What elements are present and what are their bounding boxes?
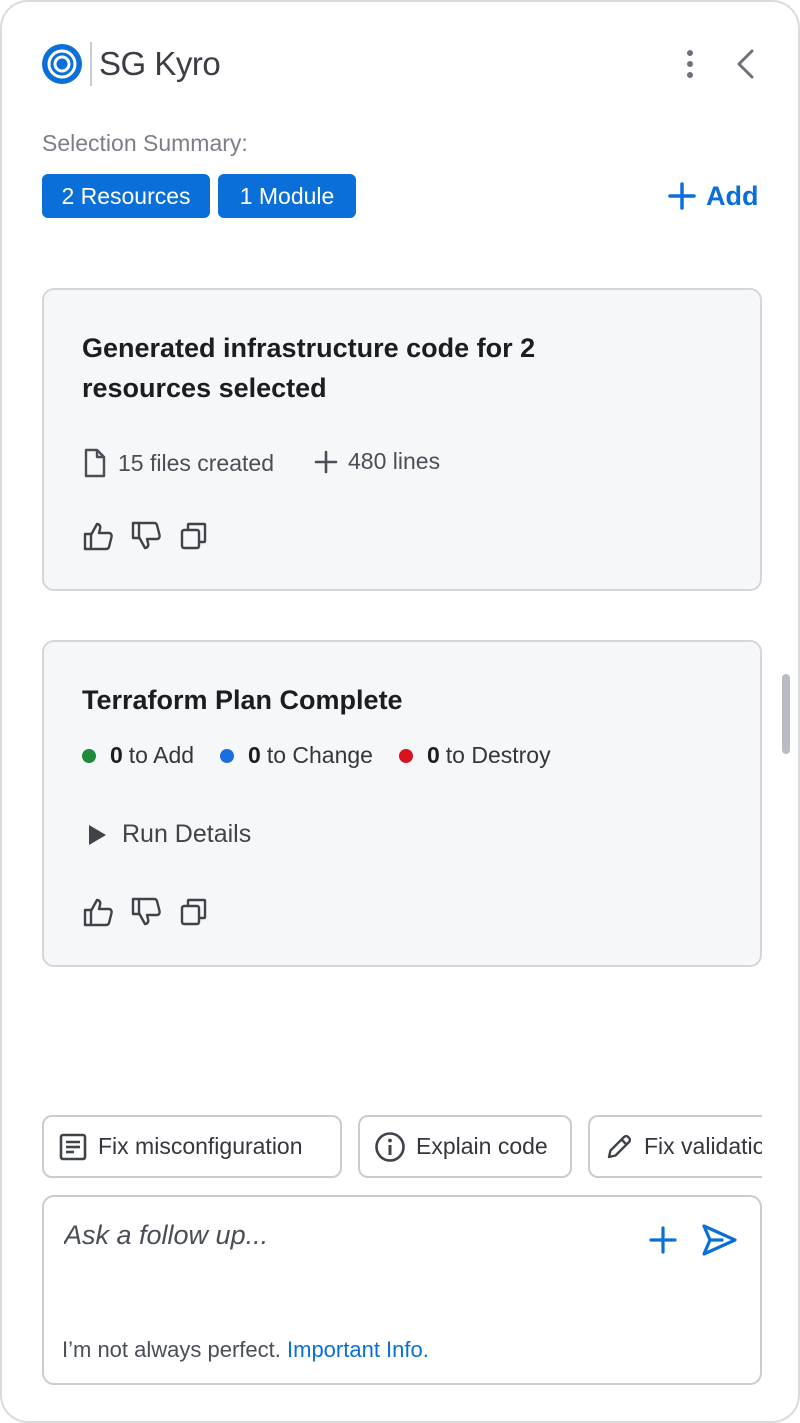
selection-summary-label: Selection Summary:: [42, 130, 248, 156]
play-triangle-icon: [89, 824, 106, 845]
plan-count: 0: [248, 742, 261, 768]
suggestion-fix-validation[interactable]: Fix validation: [588, 1115, 788, 1178]
plan-add: 0 to Add: [82, 742, 194, 769]
document-lines-icon: [59, 1133, 87, 1160]
plan-count: 0: [110, 742, 123, 768]
plan-count: 0: [426, 742, 440, 768]
plan-destroy: 0 to Destroy: [398, 742, 551, 769]
status-dot: [82, 748, 96, 763]
more-options-icon[interactable]: [680, 48, 700, 80]
scrollbar-thumb[interactable]: [782, 674, 790, 754]
chat-panel: SG Kyro Selection Summary: 2 Resources 1…: [0, 0, 800, 1423]
add-button[interactable]: Add: [668, 178, 758, 214]
terraform-plan-card: Terraform Plan Complete 0 to Add 0 to Ch…: [42, 640, 762, 967]
thumbs-down-icon[interactable]: [130, 896, 162, 928]
thumbs-up-icon[interactable]: [82, 896, 114, 928]
run-details-toggle[interactable]: Run Details: [86, 820, 251, 849]
follow-up-input-box: I’m not always perfect. Important Info.: [42, 1195, 762, 1385]
plus-icon: [314, 450, 338, 473]
run-details-label: Run Details: [122, 820, 252, 848]
lines-stat: 480 lines: [314, 448, 440, 475]
suggestion-label: Fix misconfiguration: [98, 1133, 303, 1159]
pencil-icon: [607, 1134, 632, 1158]
status-dot: [398, 748, 413, 763]
file-icon: [84, 448, 106, 478]
feedback-actions: [82, 896, 210, 928]
attach-plus-icon[interactable]: [648, 1225, 678, 1255]
copy-icon[interactable]: [178, 896, 210, 928]
app-title: SG Kyro: [99, 45, 221, 82]
files-created-text: 15 files created: [118, 449, 274, 476]
module-chip[interactable]: 1 Module: [218, 174, 356, 218]
plan-label: to Change: [266, 742, 373, 768]
suggestion-explain-code[interactable]: Explain code: [358, 1115, 572, 1178]
thumbs-up-icon[interactable]: [82, 520, 114, 552]
thumbs-down-icon[interactable]: [130, 520, 162, 552]
suggestion-label: Explain code: [416, 1133, 548, 1159]
add-button-label: Add: [706, 180, 759, 211]
files-created-stat: 15 files created: [82, 448, 274, 478]
suggestion-fix-misconfiguration[interactable]: Fix misconfiguration: [42, 1115, 342, 1178]
suggestion-label: Fix validation: [644, 1133, 779, 1159]
disclaimer-text: I’m not always perfect.: [62, 1337, 281, 1362]
send-icon[interactable]: [700, 1221, 738, 1259]
sg-kyro-logo-icon: [42, 44, 82, 84]
plan-change: 0 to Change: [220, 742, 373, 769]
follow-up-input[interactable]: [62, 1219, 626, 1252]
copy-icon[interactable]: [178, 520, 210, 552]
important-info-link[interactable]: Important Info.: [287, 1337, 429, 1362]
status-dot: [220, 748, 235, 763]
resources-chip[interactable]: 2 Resources: [42, 174, 210, 218]
lines-text: 480 lines: [348, 448, 441, 474]
disclaimer: I’m not always perfect. Important Info.: [62, 1337, 429, 1363]
feedback-actions: [82, 520, 210, 552]
generated-code-card: Generated infrastructure code for 2 reso…: [42, 288, 762, 591]
chevron-left-icon[interactable]: [732, 48, 760, 80]
info-icon: [375, 1131, 405, 1162]
plus-icon: [668, 182, 696, 210]
suggestions-overflow-mask: [762, 1102, 798, 1192]
plan-label: to Destroy: [445, 742, 551, 768]
card-title: Terraform Plan Complete: [82, 685, 403, 715]
plan-label: to Add: [128, 742, 195, 768]
plan-summary: 0 to Add 0 to Change 0 to Destroy: [82, 742, 577, 769]
card-title: Generated infrastructure code for 2 reso…: [82, 333, 536, 403]
brand-divider: [90, 42, 92, 86]
